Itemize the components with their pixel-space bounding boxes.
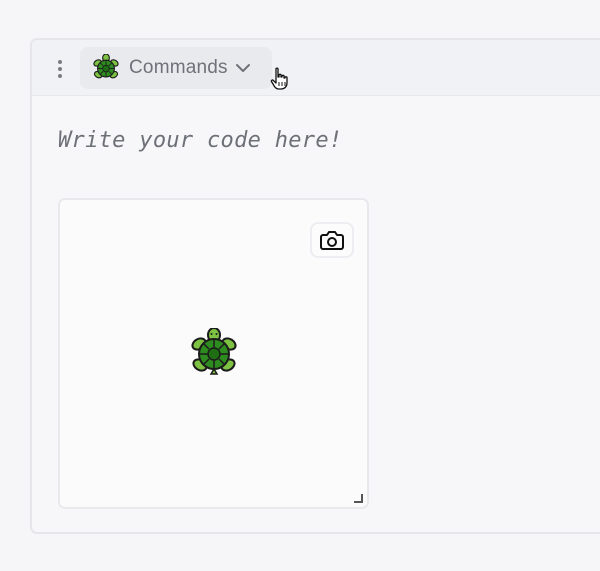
hand-pointer-cursor: [270, 67, 288, 90]
code-cell: Commands Write your code here!: [30, 38, 600, 534]
mode-label: Commands: [129, 57, 228, 78]
turtle-sprite: [191, 328, 237, 375]
resize-handle-icon[interactable]: [353, 493, 363, 503]
chevron-down-icon: [235, 64, 250, 72]
turtle-canvas: [58, 198, 369, 509]
cell-header: Commands: [32, 40, 600, 96]
camera-icon: [320, 231, 344, 250]
turtle-icon: [93, 54, 119, 79]
screenshot-button[interactable]: [310, 222, 354, 258]
code-editor[interactable]: Write your code here!: [58, 128, 342, 153]
mode-dropdown[interactable]: Commands: [80, 47, 288, 90]
drag-handle-icon[interactable]: [52, 58, 68, 80]
turtle-code-page: Commands Write your code here!: [0, 0, 600, 571]
